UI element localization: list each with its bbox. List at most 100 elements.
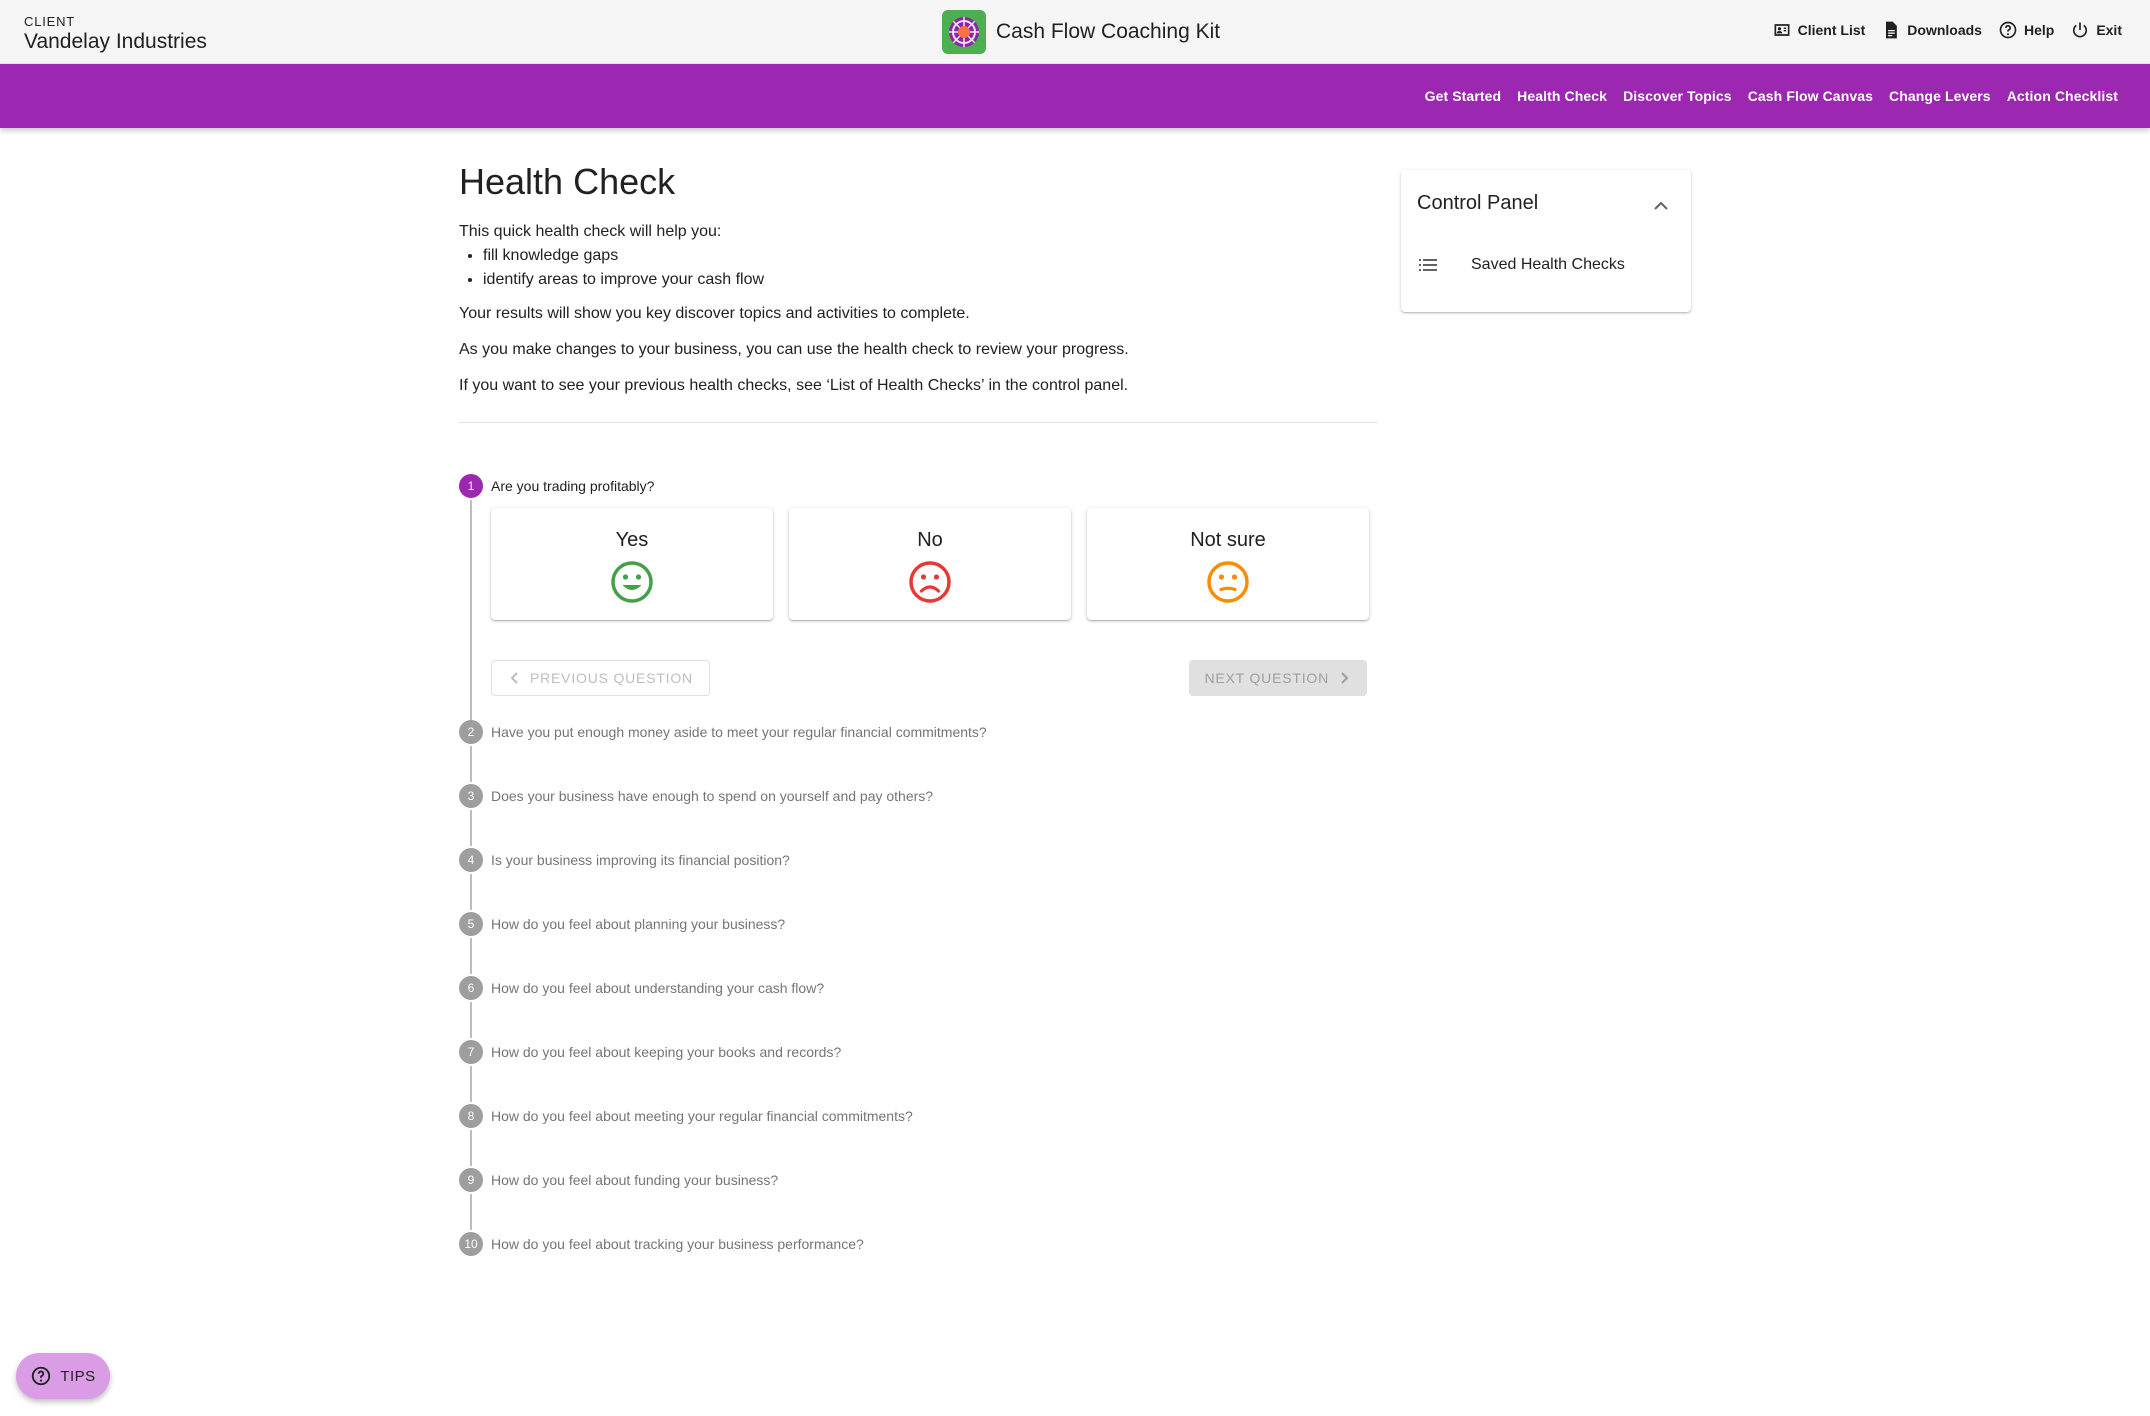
step-number: 3 [459,784,483,808]
top-actions: Client List Downloads Help Exit [1772,20,2122,40]
nav-health-check[interactable]: Health Check [1517,88,1607,104]
step-question: How do you feel about tracking your busi… [491,1236,864,1252]
client-caption: CLIENT [24,14,76,29]
question-step: 2 Have you put enough money aside to mee… [459,718,1377,782]
step-connector [470,746,472,782]
step-question: Have you put enough money aside to meet … [491,724,987,740]
sad-face-icon [909,561,951,603]
step-header[interactable]: 2 Have you put enough money aside to mee… [459,718,1377,746]
step-header[interactable]: 5 How do you feel about planning your bu… [459,910,1377,938]
nav-action-checklist[interactable]: Action Checklist [2007,88,2118,104]
bullet-item: fill knowledge gaps [483,244,1377,268]
client-list-label: Client List [1797,22,1866,38]
step-connector [470,500,472,741]
client-name: Vandelay Industries [24,30,207,53]
step-connector [470,938,472,974]
chevron-up-icon[interactable] [1651,196,1671,216]
step-number: 5 [459,912,483,936]
nav-change-levers[interactable]: Change Levers [1889,88,1991,104]
question-stepper: 1 Are you trading profitably? Yes No Not… [459,472,1377,1258]
nav-cash-flow-canvas[interactable]: Cash Flow Canvas [1748,88,1873,104]
exit-button[interactable]: Exit [2070,20,2122,40]
question-step: 9 How do you feel about funding your bus… [459,1166,1377,1230]
question-step: 10 How do you feel about tracking your b… [459,1230,1377,1258]
step-header[interactable]: 6 How do you feel about understanding yo… [459,974,1377,1002]
step-connector [470,874,472,910]
question-step: 4 Is your business improving its financi… [459,846,1377,910]
nav-items: Get Started Health Check Discover Topics… [1425,64,2118,128]
step-question: How do you feel about planning your busi… [491,916,786,932]
unsure-face-icon [1207,561,1249,603]
intro-paragraph: As you make changes to your business, yo… [459,341,1129,358]
main-content: Health Check This quick health check wil… [459,160,1377,423]
intro-bullets: fill knowledge gaps identify areas to im… [483,244,1377,292]
exit-label: Exit [2096,22,2122,38]
chevron-left-icon [510,672,518,684]
question-step: 8 How do you feel about meeting your reg… [459,1102,1377,1166]
step-connector [470,1130,472,1166]
step-header[interactable]: 7 How do you feel about keeping your boo… [459,1038,1377,1066]
divider [459,422,1377,423]
answer-options: Yes No Not sure [491,508,1377,620]
nav-discover-topics[interactable]: Discover Topics [1623,88,1732,104]
contact-card-icon [1774,24,1790,36]
nav-get-started[interactable]: Get Started [1425,88,1502,104]
step-number: 2 [459,720,483,744]
question-step: 3 Does your business have enough to spen… [459,782,1377,846]
step-number: 9 [459,1168,483,1192]
control-panel: Control Panel Saved Health Checks [1401,170,1691,312]
answer-not-sure-card[interactable]: Not sure [1087,508,1369,620]
page-title: Health Check [459,161,676,202]
intro-text: This quick health check will help you: [459,223,722,240]
client-list-button[interactable]: Client List [1772,20,1866,40]
answer-no-card[interactable]: No [789,508,1071,620]
step-connector [470,1066,472,1102]
app-logo-icon [942,10,986,54]
control-panel-title: Control Panel [1417,192,1539,214]
step-number: 1 [459,474,483,498]
question-step: 6 How do you feel about understanding yo… [459,974,1377,1038]
client-info: CLIENT Vandelay Industries [24,14,207,54]
step-header[interactable]: 9 How do you feel about funding your bus… [459,1166,1377,1194]
step-navigation: PREVIOUS QUESTION NEXT QUESTION [491,660,1367,696]
step-header[interactable]: 8 How do you feel about meeting your reg… [459,1102,1377,1130]
previous-question-button[interactable]: PREVIOUS QUESTION [491,660,710,696]
saved-health-checks-item[interactable]: Saved Health Checks [1417,254,1625,276]
step-header[interactable]: 4 Is your business improving its financi… [459,846,1377,874]
answer-yes-card[interactable]: Yes [491,508,773,620]
step-header[interactable]: 1 Are you trading profitably? [459,472,1377,500]
intro-paragraph: Your results will show you key discover … [459,305,970,322]
help-circle-icon [1999,21,2017,39]
primary-nav: Get Started Health Check Discover Topics… [0,64,2150,128]
step-number: 6 [459,976,483,1000]
top-app-bar: CLIENT Vandelay Industries Cash Flow Coa… [0,0,2150,64]
step-number: 4 [459,848,483,872]
downloads-button[interactable]: Downloads [1881,20,1982,40]
step-number: 10 [459,1232,483,1256]
intro-paragraph: If you want to see your previous health … [459,377,1129,394]
answer-label: No [917,529,943,551]
step-question: How do you feel about funding your busin… [491,1172,779,1188]
tips-button[interactable]: TIPS [16,1353,110,1399]
step-question: How do you feel about keeping your books… [491,1044,842,1060]
step-body: Yes No Not sure PREVIOUS QUESTION NEXT Q… [491,500,1377,718]
step-header[interactable]: 10 How do you feel about tracking your b… [459,1230,1377,1258]
step-number: 8 [459,1104,483,1128]
step-question: Are you trading profitably? [491,478,655,494]
next-question-button[interactable]: NEXT QUESTION [1188,660,1367,696]
step-number: 7 [459,1040,483,1064]
question-step: 1 Are you trading profitably? Yes No Not… [459,472,1377,741]
previous-question-label: PREVIOUS QUESTION [530,670,693,686]
step-header[interactable]: 3 Does your business have enough to spen… [459,782,1377,810]
list-icon [1419,259,1437,271]
help-circle-icon [32,1366,51,1386]
question-step: 7 How do you feel about keeping your boo… [459,1038,1377,1102]
tips-label: TIPS [60,1367,96,1385]
help-label: Help [2023,22,2055,38]
document-icon [1886,21,1898,39]
step-question: Is your business improving its financial… [491,852,790,868]
help-button[interactable]: Help [1998,20,2054,40]
step-question: How do you feel about meeting your regul… [491,1108,913,1124]
step-connector [470,1194,472,1230]
happy-face-icon [611,561,653,603]
